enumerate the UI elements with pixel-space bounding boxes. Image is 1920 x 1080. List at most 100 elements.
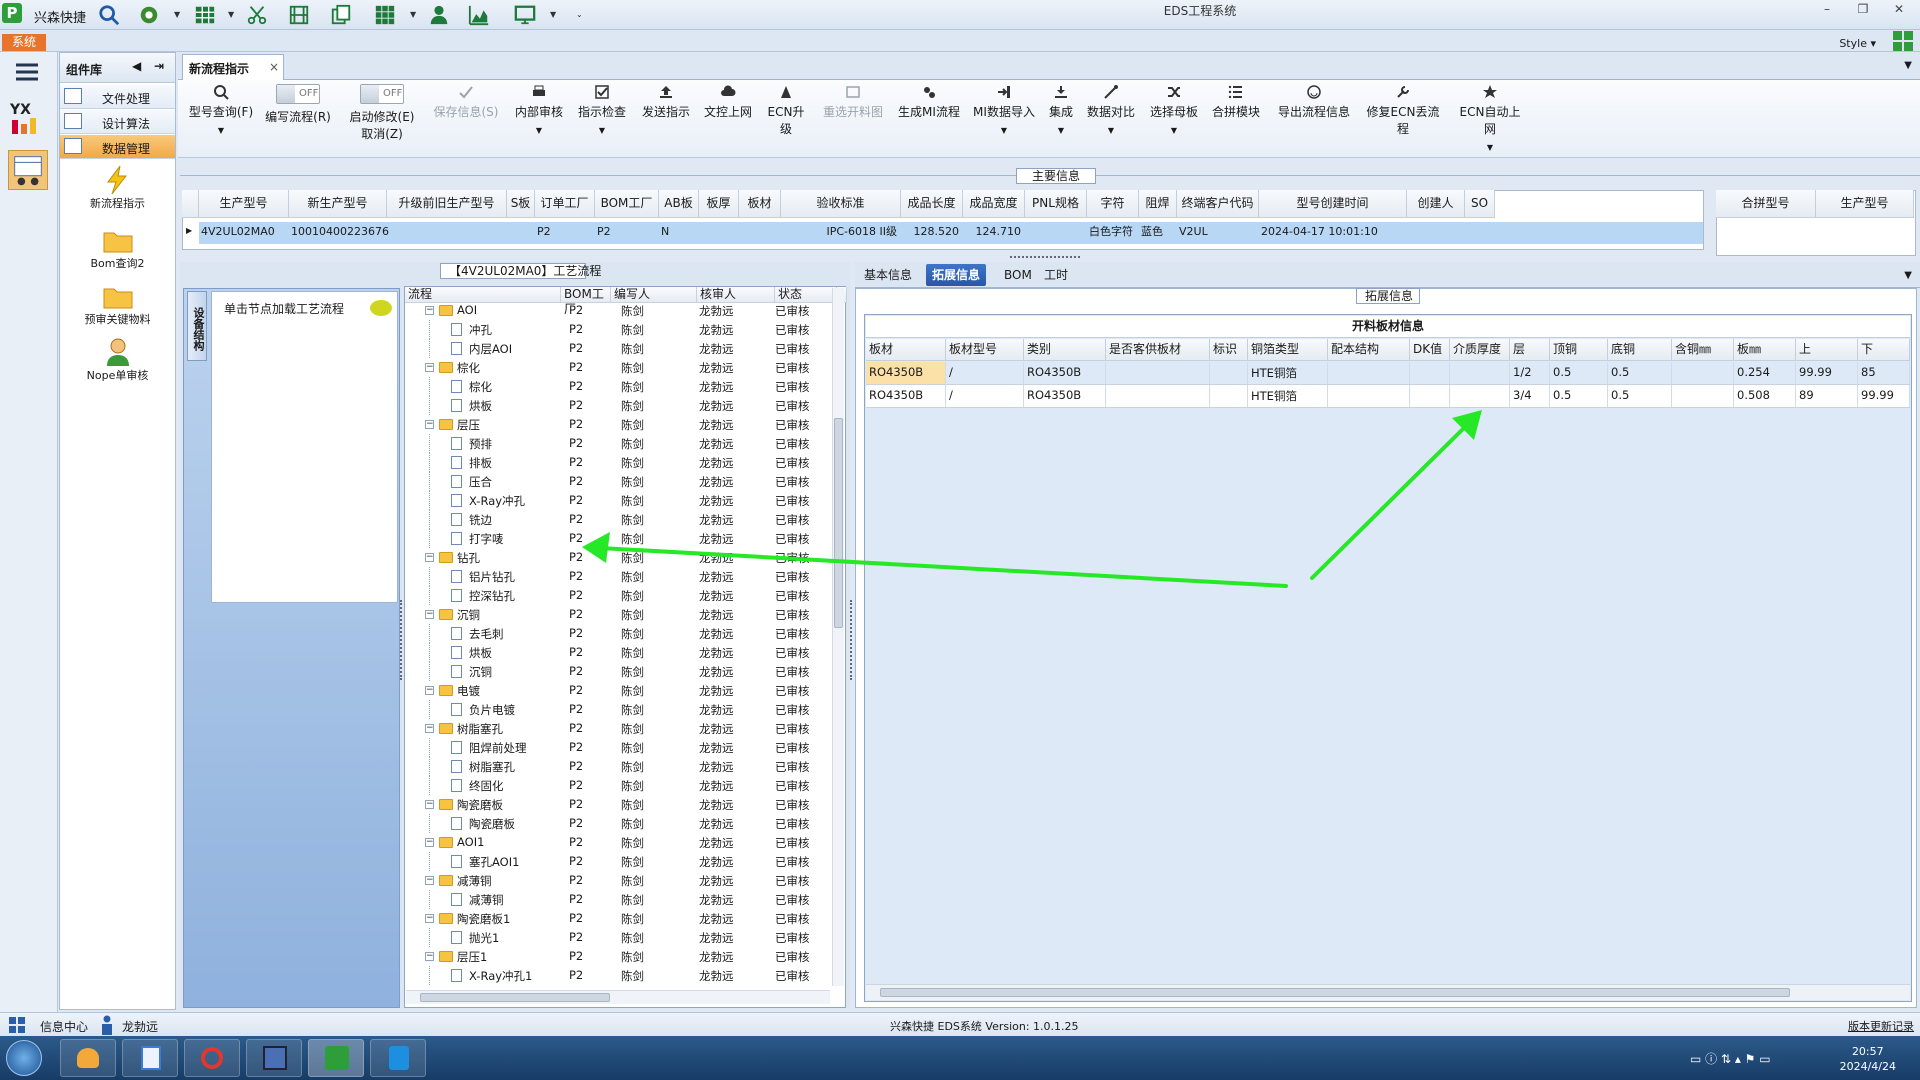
minimize-icon[interactable]: – [1816,2,1838,20]
main-grid-header[interactable]: 板厚 [699,190,739,218]
tree-expand-icon[interactable]: − [425,610,434,619]
generate-mi-button[interactable]: 生成MI流程 [896,84,962,154]
toggle-switch[interactable]: OFF [360,84,404,104]
process-tree-row[interactable]: 铝片钻孔 P2 陈剑 龙勃远 已审核 [405,567,829,586]
board-column-header[interactable]: 底铜 [1608,339,1672,361]
process-tree-row[interactable]: 排板 P2 陈剑 龙勃远 已审核 [405,453,829,472]
board-column-header[interactable]: 配本结构 [1328,339,1410,361]
process-tree-row[interactable]: 烘板 P2 陈剑 龙勃远 已审核 [405,396,829,415]
taskbar-app-blue-icon[interactable] [370,1039,426,1077]
detail-tab-dropdown-icon[interactable]: ▼ [1904,270,1912,281]
board-column-header[interactable]: 板㎜ [1734,339,1796,361]
process-tree-row[interactable]: 冲孔 P2 陈剑 龙勃远 已审核 [405,320,829,339]
process-tree-row[interactable]: 铣边 P2 陈剑 龙勃远 已审核 [405,510,829,529]
integrate-button[interactable]: 集成 ▼ [1046,84,1076,154]
main-grid-header[interactable]: 型号创建时间 [1259,190,1407,218]
chevron-down-icon[interactable]: ▼ [576,126,628,135]
lib-category-algorithm[interactable]: 设计算法 [60,110,175,134]
process-tree-row[interactable]: 陶瓷磨板 P2 陈剑 龙勃远 已审核 [405,814,829,833]
process-tree-row[interactable]: − 电镀 P2 陈剑 龙勃远 已审核 [405,681,829,700]
board-column-header[interactable]: DK值 [1410,339,1450,361]
board-column-header[interactable]: 铜箔类型 [1248,339,1328,361]
detail-tab[interactable]: 拓展信息 [926,264,987,286]
fix-ecn-button[interactable]: 修复ECN丢流程 [1362,84,1444,154]
main-grid-header[interactable]: 板材 [739,190,781,218]
process-tree-row[interactable]: − 树脂塞孔 P2 陈剑 龙勃远 已审核 [405,719,829,738]
model-query-button[interactable]: 型号查询(F) ▼ [186,84,256,154]
chevron-down-icon[interactable]: ▼ [186,126,256,135]
process-tree-row[interactable]: 树脂塞孔 P2 陈剑 龙勃远 已审核 [405,757,829,776]
board-column-header[interactable]: 板材型号 [946,339,1024,361]
process-tree-row[interactable]: − AOI1 P2 陈剑 龙勃远 已审核 [405,833,829,852]
lib-item-nope-review[interactable]: Nope单审核 [60,337,175,391]
board-column-header[interactable]: 含铜㎜ [1672,339,1734,361]
main-grid-header[interactable]: S板 [507,190,535,218]
tab-new-process[interactable]: 新流程指示 × [182,54,284,80]
main-grid-header[interactable]: 阻焊 [1139,190,1177,218]
tree-expand-icon[interactable]: − [425,363,434,372]
process-tree-row[interactable]: − 陶瓷磨板1 P2 陈剑 龙勃远 已审核 [405,909,829,928]
merge-module-button[interactable]: 合拼模块 [1210,84,1262,154]
process-tree-row[interactable]: 打字唛 P2 陈剑 龙勃远 已审核 [405,529,829,548]
cancel-label[interactable]: 取消(Z) [361,127,403,141]
process-tree-row[interactable]: 减薄铜 P2 陈剑 龙勃远 已审核 [405,890,829,909]
process-tree-row[interactable]: 烘板 P2 陈剑 龙勃远 已审核 [405,643,829,662]
tree-expand-icon[interactable]: − [425,420,434,429]
main-grid-header[interactable]: 创建人 [1407,190,1465,218]
board-column-header[interactable]: 是否客供板材 [1106,339,1210,361]
board-column-header[interactable]: 板材 [866,339,946,361]
toggle-switch[interactable]: OFF [276,84,320,104]
update-log-link[interactable]: 版本更新记录 [1848,1018,1914,1034]
merge-grid-header[interactable]: 生产型号 [1816,190,1914,218]
process-tree-row[interactable]: − 层压1 P2 陈剑 龙勃远 已审核 [405,947,829,966]
tray-icons[interactable]: ▭ ⓘ ⇅ ▴ ⚑ ▭ [1690,1050,1771,1067]
process-tree-row[interactable]: 终固化 P2 陈剑 龙勃远 已审核 [405,776,829,795]
doc-upload-button[interactable]: 文控上网 [702,84,754,154]
process-tree-row[interactable]: 抛光1 P2 陈剑 龙勃远 已审核 [405,928,829,947]
data-calendar-icon[interactable] [8,150,48,190]
collapse-left-icon[interactable]: ◀ [132,59,141,73]
data-compare-button[interactable]: 数据对比 ▼ [1086,84,1136,154]
chevron-down-icon[interactable]: ▼ [514,126,564,135]
tree-expand-icon[interactable]: − [425,686,434,695]
process-tree-row[interactable]: − 钻孔 P2 陈剑 龙勃远 已审核 [405,548,829,567]
process-horizontal-scrollbar[interactable] [406,990,830,1004]
taskbar-eds-icon[interactable] [308,1039,364,1077]
detail-tab[interactable]: BOM [998,264,1038,286]
tree-expand-icon[interactable]: − [425,914,434,923]
process-tree-row[interactable]: X-Ray冲孔 P2 陈剑 龙勃远 已审核 [405,491,829,510]
main-grid-header[interactable]: AB板 [659,190,699,218]
instruction-check-button[interactable]: 指示检查 ▼ [576,84,628,154]
send-instruction-button[interactable]: 发送指示 [640,84,692,154]
ecn-auto-upload-button[interactable]: ECN自动上网 ▼ [1454,84,1526,154]
yx-module-icon[interactable]: YX [8,98,48,138]
board-column-header[interactable]: 类别 [1024,339,1106,361]
process-tree-row[interactable]: 塞孔AOI1 P2 陈剑 龙勃远 已审核 [405,852,829,871]
board-column-header[interactable]: 下 [1858,339,1910,361]
tab-list-dropdown-icon[interactable]: ▼ [1904,60,1912,71]
lib-item-new-process[interactable]: 新流程指示 [60,165,175,219]
main-grid-header[interactable]: 生产型号 [199,190,289,218]
save-info-button[interactable]: 保存信息(S) [432,84,500,154]
process-tree-row[interactable]: − 层压 P2 陈剑 龙勃远 已审核 [405,415,829,434]
chevron-down-icon[interactable]: ▼ [1454,143,1526,152]
board-column-header[interactable]: 标识 [1210,339,1248,361]
board-column-header[interactable]: 层 [1510,339,1550,361]
process-tree-row[interactable]: − 棕化 P2 陈剑 龙勃远 已审核 [405,358,829,377]
process-tree-row[interactable]: − 陶瓷磨板 P2 陈剑 龙勃远 已审核 [405,795,829,814]
main-grid-header[interactable]: 字符 [1087,190,1139,218]
ecn-upgrade-button[interactable]: ECN升级 [762,84,810,154]
taskbar-app-red-icon[interactable] [184,1039,240,1077]
taskbar-save-icon[interactable] [246,1039,302,1077]
start-button-icon[interactable] [6,1040,42,1076]
export-process-button[interactable]: 导出流程信息 [1274,84,1354,154]
lib-item-pre-review[interactable]: 预审关键物料 [60,281,175,335]
main-grid-header[interactable]: 订单工厂 [535,190,595,218]
process-tree-row[interactable]: 负片电镀 P2 陈剑 龙勃远 已审核 [405,700,829,719]
tree-expand-icon[interactable]: − [425,876,434,885]
windows-logo-icon[interactable] [1892,30,1914,52]
mi-data-import-button[interactable]: MI数据导入 ▼ [970,84,1038,154]
chevron-down-icon[interactable]: ▼ [1148,126,1200,135]
process-tree-row[interactable]: 内层AOI P2 陈剑 龙勃远 已审核 [405,339,829,358]
internal-review-button[interactable]: 内部审核 ▼ [514,84,564,154]
